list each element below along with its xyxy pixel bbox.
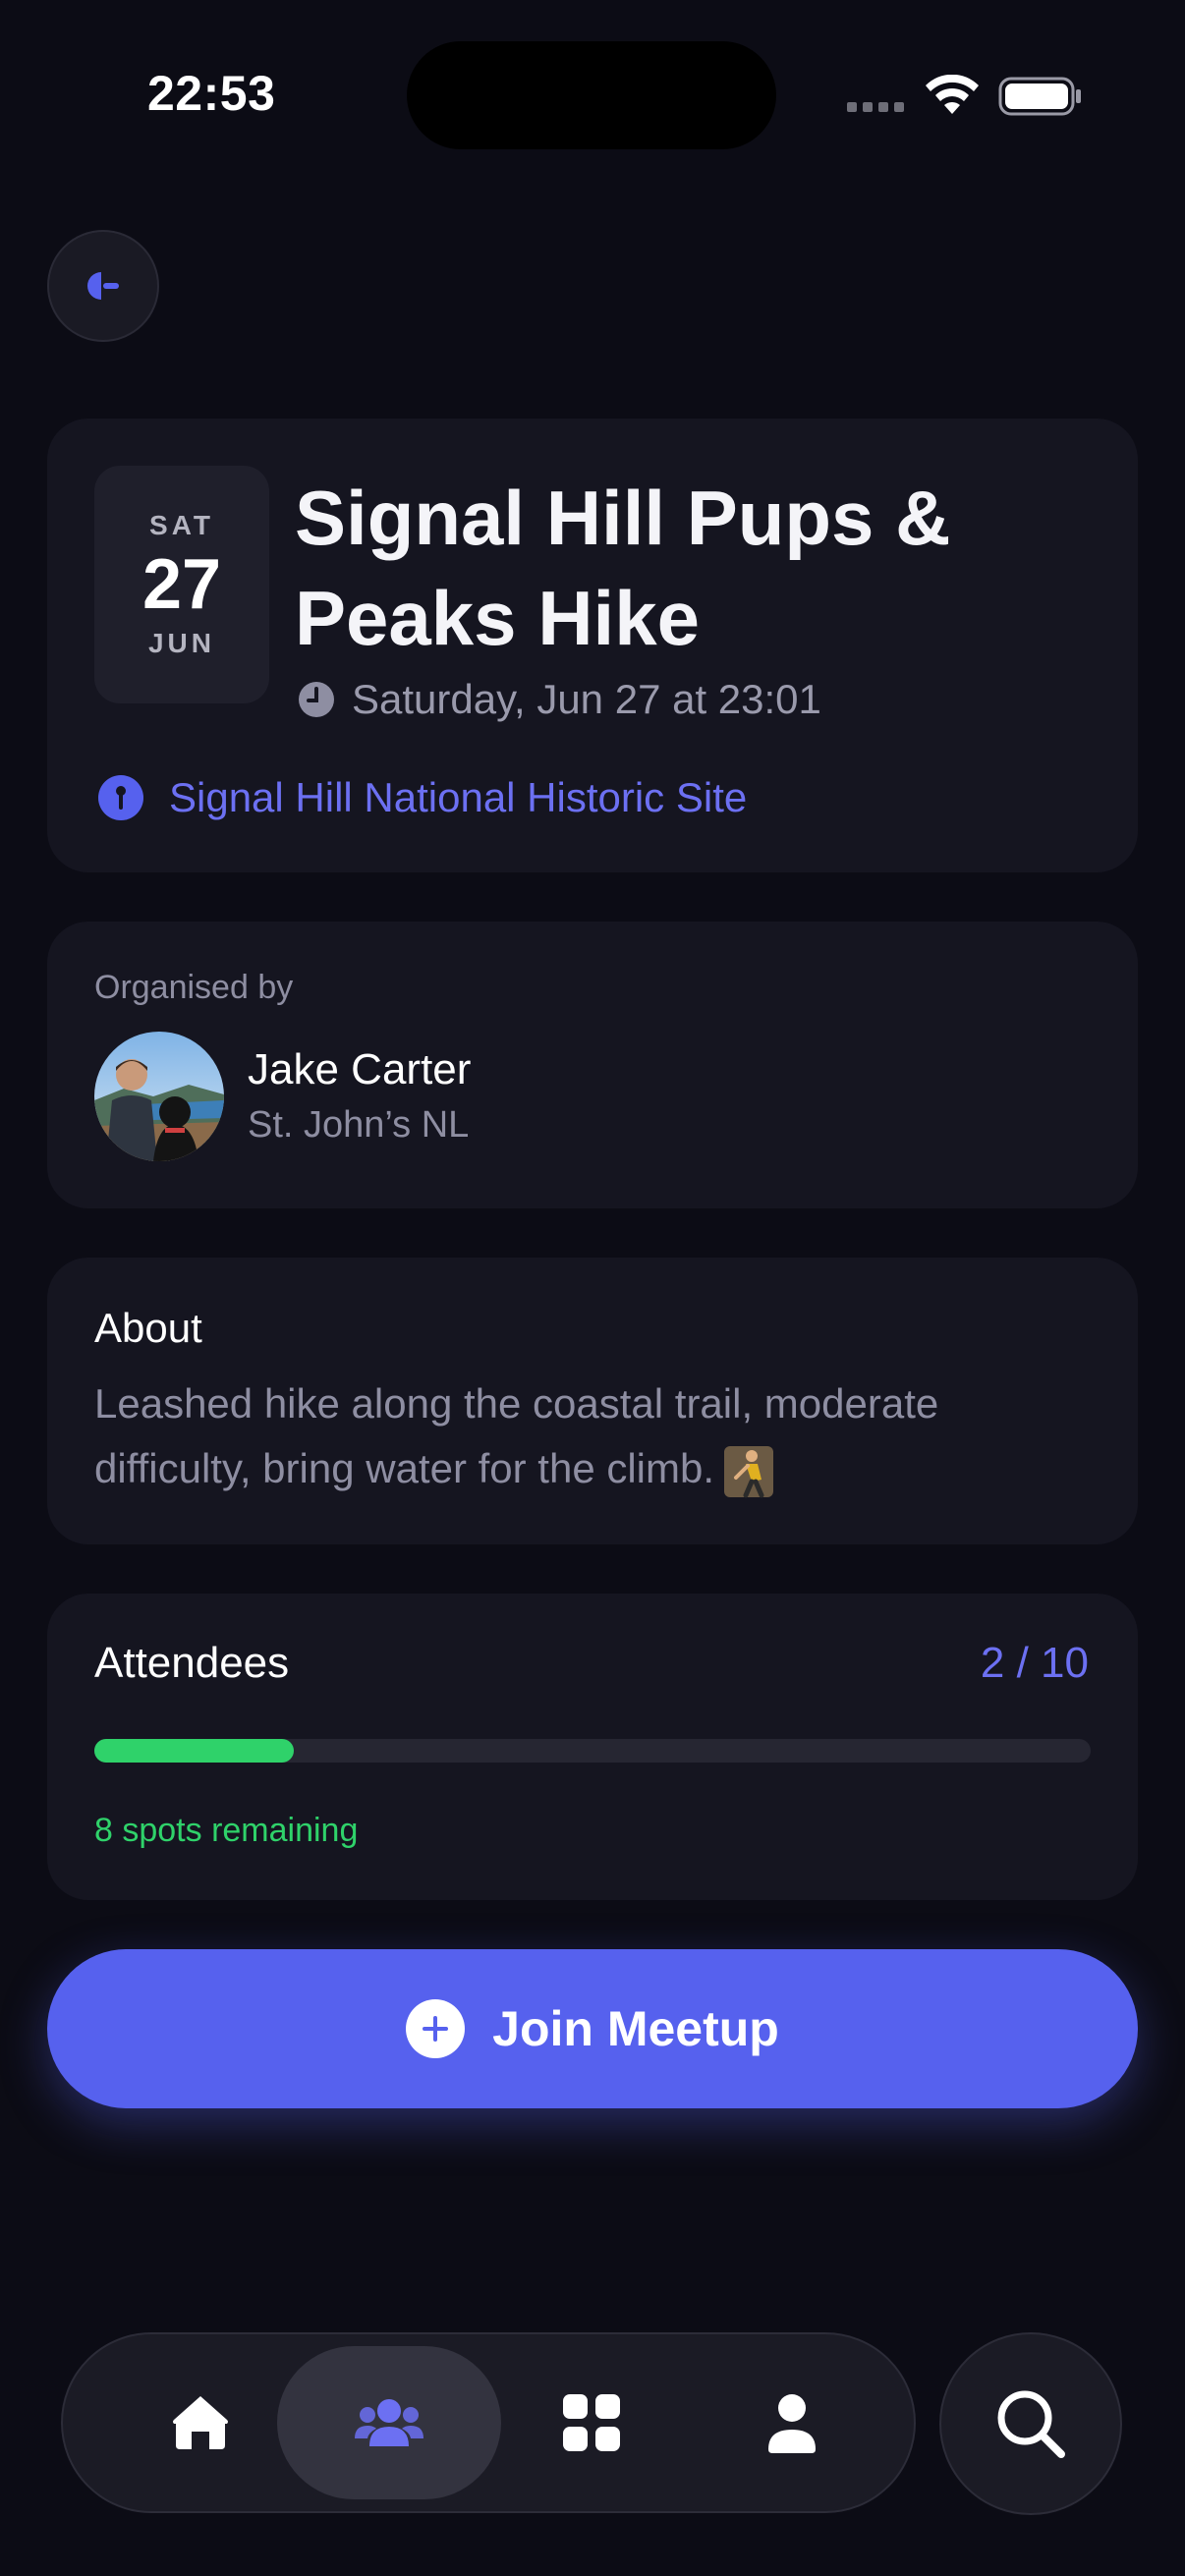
spots-remaining: 8 spots remaining [94, 1812, 359, 1849]
date-badge: SAT 27 JUN [94, 466, 269, 703]
join-meetup-label: Join Meetup [492, 2001, 779, 2056]
event-summary-card: SAT 27 JUN Signal Hill Pups & Peaks Hike… [47, 419, 1138, 872]
date-month: JUN [147, 628, 215, 658]
organiser-name: Jake Carter [248, 1045, 472, 1093]
back-button[interactable] [47, 230, 159, 342]
hiker-icon [724, 1445, 774, 1498]
organiser-avatar [94, 1032, 224, 1161]
home-icon [173, 2396, 228, 2449]
date-weekday: SAT [149, 510, 214, 540]
dynamic-island [407, 41, 776, 149]
event-location-link[interactable]: Signal Hill National Historic Site [98, 774, 747, 821]
event-datetime: Saturday, Jun 27 at 23:01 [297, 676, 821, 723]
battery-icon [998, 77, 1081, 116]
event-datetime-text: Saturday, Jun 27 at 23:01 [352, 676, 821, 722]
about-description-text: Leashed hike along the coastal trail, mo… [94, 1380, 939, 1491]
event-title: Signal Hill Pups & Peaks Hike [295, 475, 951, 661]
plus-circle-icon [406, 1999, 466, 2058]
status-time: 22:53 [147, 66, 276, 121]
tab-categories[interactable] [523, 2348, 660, 2497]
join-meetup-button[interactable]: Join Meetup [47, 1949, 1138, 2108]
tab-meetups[interactable] [320, 2348, 458, 2497]
people-icon [355, 2399, 423, 2446]
location-pin-icon [98, 775, 143, 820]
date-day: 27 [141, 545, 222, 624]
organiser-location: St. John’s NL [248, 1104, 470, 1146]
search-button[interactable] [939, 2332, 1122, 2515]
cellular-signal-icon [847, 102, 904, 112]
attendees-progress-fill [94, 1739, 294, 1763]
wifi-icon [926, 75, 979, 114]
attendees-card: Attendees 2 / 10 8 spots remaining [47, 1594, 1138, 1900]
about-heading: About [94, 1305, 202, 1351]
tab-bar [61, 2332, 916, 2513]
grid-icon [563, 2394, 620, 2451]
about-card: About Leashed hike along the coastal tra… [47, 1258, 1138, 1544]
tab-home[interactable] [132, 2348, 269, 2497]
about-description: Leashed hike along the coastal trail, mo… [94, 1372, 1077, 1501]
tab-profile[interactable] [723, 2348, 861, 2497]
clock-icon [299, 682, 334, 717]
person-icon [768, 2394, 816, 2453]
organiser-card[interactable]: Organised by Jake Carter St. John’s NL [47, 922, 1138, 1208]
event-detail-screen: 22:53 SAT 27 JUN Signal Hill Pups & Peak… [0, 0, 1185, 2576]
attendees-progress-bar [94, 1739, 1091, 1763]
attendees-count: 2 / 10 [980, 1639, 1089, 1687]
search-icon [997, 2390, 1065, 2458]
organiser-heading: Organised by [94, 969, 294, 1006]
event-location-text: Signal Hill National Historic Site [169, 774, 748, 820]
attendees-heading: Attendees [94, 1639, 290, 1687]
back-arrow-icon [87, 272, 119, 300]
